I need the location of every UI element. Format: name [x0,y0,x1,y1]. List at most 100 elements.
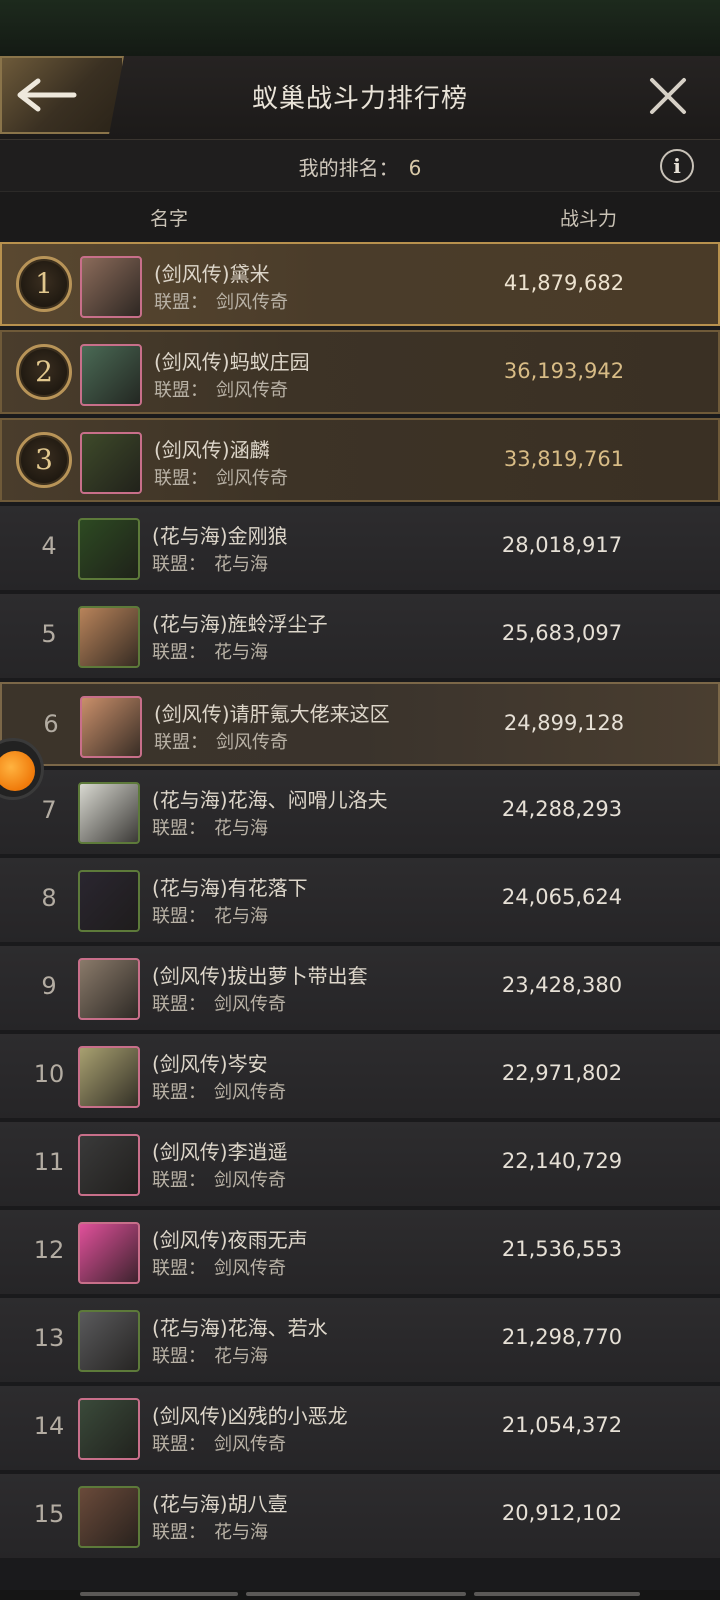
player-name: (花与海)花海、闷嗗儿洛夫 [152,788,388,812]
alliance-name: 花与海 [214,906,268,927]
alliance-label: 联盟： [152,994,206,1015]
black-ant-avatar[interactable] [78,518,140,580]
column-header: 名字 战斗力 [0,192,720,240]
ranking-row[interactable]: 14 (剑风传)凶残的小恶龙 联盟： 剑风传奇 21,054,372 [0,1386,720,1470]
combat-power: 22,140,729 [501,1149,623,1173]
rank-medal-icon: 1 [16,256,72,312]
sketch-girl-avatar[interactable] [78,1310,140,1372]
ranking-row[interactable]: 15 (花与海)胡八壹 联盟： 花与海 20,912,102 [0,1474,720,1558]
ranking-row[interactable]: 9 (剑风传)拔出萝卜带出套 联盟： 剑风传奇 23,428,380 [0,946,720,1030]
alliance-name: 剑风传奇 [216,380,288,401]
player-alliance: 联盟： 花与海 [152,814,268,840]
flower-vase-avatar[interactable] [78,1046,140,1108]
column-power-header: 战斗力 [560,208,618,230]
alliance-name: 剑风传奇 [214,1082,286,1103]
assistant-icon [0,751,35,791]
combat-power: 22,971,802 [501,1061,623,1085]
scroll-indicator [246,1592,466,1596]
my-rank-bar: 我的排名： 6 i [0,140,720,192]
column-name-header: 名字 [150,208,189,230]
ant-hatchery-avatar[interactable] [80,256,142,318]
man-in-cap-avatar[interactable] [78,1134,140,1196]
alliance-label: 联盟： [154,732,208,753]
rank-medal-icon: 2 [16,344,72,400]
page-title: 蚁巢战斗力排行榜 [251,84,468,114]
rank-medal-icon: 3 [16,432,72,488]
ranking-row[interactable]: 11 (剑风传)李逍遥 联盟： 剑风传奇 22,140,729 [0,1122,720,1206]
alliance-name: 花与海 [214,1346,268,1367]
player-name: (剑风传)岑安 [152,1052,268,1076]
ranking-row[interactable]: 13 (花与海)花海、若水 联盟： 花与海 21,298,770 [0,1298,720,1382]
close-icon [650,78,686,114]
combat-power: 21,536,553 [501,1237,623,1261]
my-rank: 我的排名： 6 [0,152,720,181]
alliance-name: 剑风传奇 [214,1170,286,1191]
ranking-row[interactable]: 4 (花与海)金刚狼 联盟： 花与海 28,018,917 [0,506,720,590]
alliance-label: 联盟： [152,1522,206,1543]
alliance-name: 花与海 [214,1522,268,1543]
combat-power: 36,193,942 [503,359,625,383]
alliance-name: 剑风传奇 [216,468,288,489]
ranking-row[interactable]: 5 (花与海)旌蛉浮尘子 联盟： 花与海 25,683,097 [0,594,720,678]
player-alliance: 联盟： 剑风传奇 [152,990,286,1016]
alliance-label: 联盟： [152,1082,206,1103]
pink-cartoon-avatar[interactable] [78,1222,140,1284]
player-name: (剑风传)拔出萝卜带出套 [152,964,368,988]
ranking-row[interactable]: 2 (剑风传)蚂蚁庄园 联盟： 剑风传奇 36,193,942 [0,330,720,414]
combat-power: 24,899,128 [503,711,625,735]
player-name: (剑风传)夜雨无声 [152,1228,308,1252]
anime-girl-avatar[interactable] [80,696,142,758]
player-name: (剑风传)蚂蚁庄园 [154,350,310,374]
ranking-row[interactable]: 6 (剑风传)请肝氪大佬来这区 联盟： 剑风传奇 24,899,128 [0,682,720,766]
alliance-label: 联盟： [154,292,208,313]
player-alliance: 联盟： 剑风传奇 [152,1078,286,1104]
player-name: (剑风传)涵麟 [154,438,270,462]
ant-warrior-avatar[interactable] [80,432,142,494]
combat-power: 21,298,770 [501,1325,623,1349]
player-alliance: 联盟： 剑风传奇 [152,1430,286,1456]
alliance-name: 花与海 [214,642,268,663]
alliance-name: 剑风传奇 [216,292,288,313]
combat-power: 23,428,380 [501,973,623,997]
alliance-name: 剑风传奇 [214,1434,286,1455]
player-alliance: 联盟： 剑风传奇 [152,1166,286,1192]
anime-chibi-avatar[interactable] [78,1398,140,1460]
player-name: (花与海)有花落下 [152,876,308,900]
night-tree-avatar[interactable] [78,870,140,932]
scroll-indicator [80,1592,238,1596]
alliance-label: 联盟： [152,818,206,839]
my-rank-label: 我的排名： [298,156,399,180]
alliance-label: 联盟： [152,906,206,927]
alliance-name: 剑风传奇 [216,732,288,753]
combat-power: 33,819,761 [503,447,625,471]
ranking-row[interactable]: 12 (剑风传)夜雨无声 联盟： 剑风传奇 21,536,553 [0,1210,720,1294]
player-name: (花与海)花海、若水 [152,1316,328,1340]
combat-power: 21,054,372 [501,1413,623,1437]
player-name: (剑风传)李逍遥 [152,1140,288,1164]
alliance-label: 联盟： [152,1346,206,1367]
header: 蚁巢战斗力排行榜 [0,56,720,140]
alliance-label: 联盟： [152,1170,206,1191]
people-photo-avatar[interactable] [80,344,142,406]
combat-power: 28,018,917 [501,533,623,557]
combat-power: 24,065,624 [501,885,623,909]
combat-power: 24,288,293 [501,797,623,821]
panda-avatar[interactable] [78,782,140,844]
brown-figure-avatar[interactable] [78,1486,140,1548]
ranking-row[interactable]: 7 (花与海)花海、闷嗗儿洛夫 联盟： 花与海 24,288,293 [0,770,720,854]
pale-figures-avatar[interactable] [78,958,140,1020]
alliance-label: 联盟： [152,1258,206,1279]
scroll-indicator [474,1592,640,1596]
player-alliance: 联盟： 花与海 [152,1518,268,1544]
player-name: (剑风传)请肝氪大佬来这区 [154,702,390,726]
ranking-row[interactable]: 1 (剑风传)黛米 联盟： 剑风传奇 41,879,682 [0,242,720,326]
combat-power: 41,879,682 [503,271,625,295]
ranking-row[interactable]: 8 (花与海)有花落下 联盟： 花与海 24,065,624 [0,858,720,942]
player-alliance: 联盟： 花与海 [152,1342,268,1368]
ranking-row[interactable]: 10 (剑风传)岑安 联盟： 剑风传奇 22,971,802 [0,1034,720,1118]
shiba-dog-avatar[interactable] [78,606,140,668]
info-icon[interactable]: i [660,149,694,183]
close-button[interactable] [646,74,690,118]
ranking-row[interactable]: 3 (剑风传)涵麟 联盟： 剑风传奇 33,819,761 [0,418,720,502]
alliance-label: 联盟： [154,468,208,489]
